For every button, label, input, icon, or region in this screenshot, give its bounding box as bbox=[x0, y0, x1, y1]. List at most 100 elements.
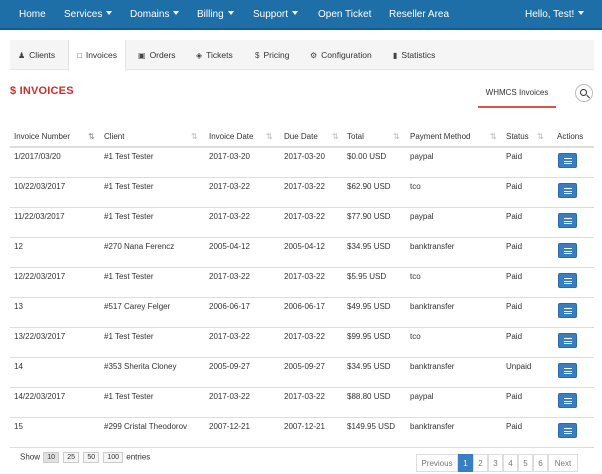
cell-due-date: 2017-03-22 bbox=[284, 272, 325, 281]
sort-icon[interactable]: ⇅ bbox=[332, 132, 339, 141]
cell-invoice-date: 2005-04-12 bbox=[209, 242, 250, 251]
col-status[interactable]: Status bbox=[506, 126, 529, 148]
nav-billing[interactable]: Billing bbox=[197, 0, 234, 30]
table-row: 10/22/03/2017 #1 Test Tester 2017-03-22 201… bbox=[10, 178, 594, 208]
tab-statistics[interactable]: ▮ Statistics bbox=[385, 40, 443, 70]
table-row: 12 #270 Nana Ferencz 2005-04-12 2005-04-12 $… bbox=[10, 238, 594, 268]
nav-open-ticket[interactable]: Open Ticket bbox=[318, 0, 371, 30]
tab-configuration[interactable]: ⚙ Configuration bbox=[302, 40, 380, 70]
show-label: Show bbox=[20, 452, 41, 462]
search-button[interactable] bbox=[575, 84, 593, 102]
page-size-100[interactable]: 100 bbox=[103, 452, 124, 463]
cell-invoice-date: 2017-03-22 bbox=[209, 392, 250, 401]
tab-tickets-label: Tickets bbox=[206, 50, 233, 60]
users-icon: ♟ bbox=[18, 51, 26, 60]
sort-asc-icon[interactable]: ⇅ bbox=[88, 132, 95, 141]
invoice-action-button[interactable] bbox=[558, 423, 577, 438]
cell-due-date: 2005-04-12 bbox=[284, 242, 325, 251]
pagination-next[interactable]: Next bbox=[548, 454, 578, 472]
cell-payment-method: tco bbox=[410, 272, 421, 281]
col-invoice-number[interactable]: Invoice Number bbox=[14, 126, 70, 148]
tab-whmcs-invoices[interactable]: WHMCS Invoices bbox=[478, 84, 556, 108]
top-navbar: Home Services Domains Billing Support Op… bbox=[0, 0, 602, 30]
cell-payment-method: banktransfer bbox=[410, 302, 455, 311]
invoice-action-button[interactable] bbox=[558, 333, 577, 348]
chevron-down-icon bbox=[292, 11, 299, 16]
col-actions: Actions bbox=[557, 132, 584, 141]
nav-services[interactable]: Services bbox=[64, 0, 113, 30]
tag-icon: ◈ bbox=[196, 51, 203, 60]
cell-total: $5.95 USD bbox=[347, 272, 387, 281]
cell-due-date: 2017-03-22 bbox=[284, 182, 325, 191]
cell-payment-method: banktransfer bbox=[410, 242, 455, 251]
page-size-50[interactable]: 50 bbox=[83, 452, 100, 463]
cell-status: Paid bbox=[506, 152, 523, 161]
col-total[interactable]: Total bbox=[347, 126, 364, 148]
sort-icon[interactable]: ⇅ bbox=[266, 132, 273, 141]
nav-home[interactable]: Home bbox=[19, 0, 46, 30]
nav-domains[interactable]: Domains bbox=[130, 0, 180, 30]
pagination-page-4[interactable]: 4 bbox=[503, 454, 518, 472]
sort-icon[interactable]: ⇅ bbox=[490, 132, 497, 141]
cogs-icon: ⚙ bbox=[310, 51, 318, 60]
col-invoice-date[interactable]: Invoice Date bbox=[209, 126, 253, 148]
pagination-previous[interactable]: Previous bbox=[416, 454, 458, 472]
pagination-page-2[interactable]: 2 bbox=[473, 454, 488, 472]
cell-payment-method: banktransfer bbox=[410, 362, 455, 371]
sort-icon[interactable]: ⇅ bbox=[393, 132, 400, 141]
table-row: 11/22/03/2017 #1 Test Tester 2017-03-22 201… bbox=[10, 208, 594, 238]
cell-total: $62.90 USD bbox=[347, 182, 391, 191]
tab-invoices-label: Invoices bbox=[85, 50, 118, 60]
table-row: 1/2017/03/20 #1 Test Tester 2017-03-20 2017… bbox=[10, 148, 594, 178]
bar-chart-icon: ▮ bbox=[393, 51, 398, 60]
tab-orders[interactable]: ▣ Orders bbox=[130, 40, 184, 70]
cell-due-date: 2017-03-22 bbox=[284, 392, 325, 401]
cell-payment-method: paypal bbox=[410, 212, 434, 221]
cell-status: Paid bbox=[506, 332, 523, 341]
cell-client: #517 Carey Felger bbox=[104, 302, 171, 311]
invoice-action-button[interactable] bbox=[558, 273, 577, 288]
invoice-action-button[interactable] bbox=[558, 303, 577, 318]
table-row: 14 #353 Sherita Cloney 2005-09-27 2005-09-2… bbox=[10, 358, 594, 388]
chevron-down-icon bbox=[173, 11, 180, 16]
nav-reseller-area[interactable]: Reseller Area bbox=[389, 0, 449, 30]
cell-invoice-date: 2005-09-27 bbox=[209, 362, 250, 371]
invoice-action-button[interactable] bbox=[558, 183, 577, 198]
pagination-page-3[interactable]: 3 bbox=[488, 454, 503, 472]
col-payment-method[interactable]: Payment Method bbox=[410, 126, 470, 148]
col-client[interactable]: Client bbox=[104, 126, 124, 148]
chevron-down-icon bbox=[106, 11, 113, 16]
cell-due-date: 2017-03-22 bbox=[284, 212, 325, 221]
cell-total: $34.95 USD bbox=[347, 242, 391, 251]
invoice-action-button[interactable] bbox=[558, 153, 577, 168]
cell-invoice-number: 1/2017/03/20 bbox=[14, 152, 61, 161]
nav-user-menu[interactable]: Hello, Test! bbox=[525, 0, 585, 30]
tab-tickets[interactable]: ◈ Tickets bbox=[188, 40, 241, 70]
invoice-action-button[interactable] bbox=[558, 393, 577, 408]
tab-clients[interactable]: ♟ Clients bbox=[10, 40, 63, 70]
cell-client: #1 Test Tester bbox=[104, 392, 154, 401]
cell-invoice-number: 12/22/03/2017 bbox=[14, 272, 66, 281]
cell-invoice-number: 11/22/03/2017 bbox=[14, 212, 65, 221]
chevron-down-icon bbox=[578, 11, 585, 16]
page-title: $ INVOICES bbox=[10, 85, 74, 97]
pagination-page-6[interactable]: 6 bbox=[533, 454, 548, 472]
pagination-page-1[interactable]: 1 bbox=[458, 454, 473, 472]
tab-pricing[interactable]: $ Pricing bbox=[247, 40, 297, 70]
pagination-page-5[interactable]: 5 bbox=[518, 454, 533, 472]
invoice-action-button[interactable] bbox=[558, 243, 577, 258]
page-size-10[interactable]: 10 bbox=[43, 452, 60, 463]
page-size-25[interactable]: 25 bbox=[63, 452, 80, 463]
nav-support[interactable]: Support bbox=[253, 0, 299, 30]
tab-pricing-label: Pricing bbox=[263, 50, 290, 60]
invoice-action-button[interactable] bbox=[558, 363, 577, 378]
nav-services-label: Services bbox=[64, 9, 103, 20]
tab-invoices[interactable]: □ Invoices bbox=[68, 40, 127, 71]
sort-icon[interactable]: ⇅ bbox=[191, 132, 198, 141]
invoice-action-button[interactable] bbox=[558, 213, 577, 228]
chevron-down-icon bbox=[227, 11, 234, 16]
nav-support-label: Support bbox=[253, 9, 289, 20]
col-due-date[interactable]: Due Date bbox=[284, 126, 318, 148]
tab-orders-label: Orders bbox=[149, 50, 176, 60]
sort-icon[interactable]: ⇅ bbox=[537, 132, 544, 141]
